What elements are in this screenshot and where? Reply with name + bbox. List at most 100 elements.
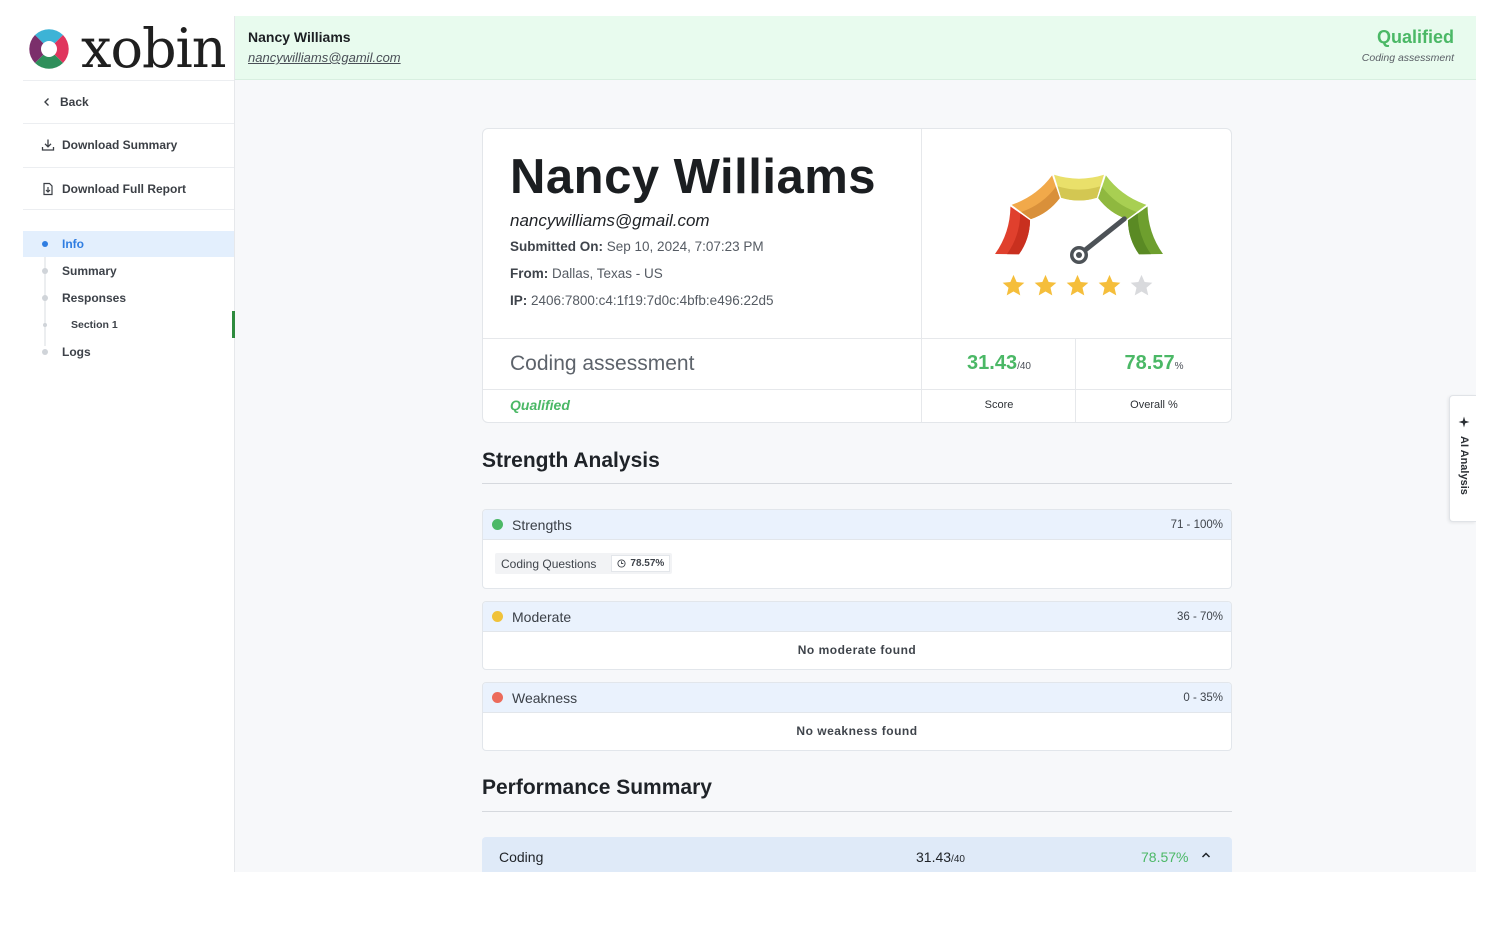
overall-unit: % [1174, 361, 1184, 372]
topic-chip-value: 78.57% [630, 558, 665, 569]
card-divider [483, 389, 1231, 390]
back-label: Back [60, 95, 89, 109]
star-empty-icon [1130, 274, 1153, 296]
strength-analysis-title: Strength Analysis [482, 449, 660, 472]
ai-analysis-tab[interactable]: AI Analysis [1449, 395, 1476, 522]
sad-face-icon [492, 692, 503, 703]
star-filled-icon [1034, 274, 1057, 296]
download-summary-button[interactable]: Download Summary [23, 123, 234, 166]
overall-label: Overall % [1130, 399, 1178, 411]
strengths-label: Strengths [512, 516, 572, 533]
happy-face-icon [492, 519, 503, 530]
nav-dot [43, 323, 47, 327]
strengths-group: Strengths 71 - 100% Coding Questions 78.… [482, 509, 1232, 589]
assessment-title: Coding assessment [510, 352, 695, 375]
performance-score-value: 31.43 [916, 849, 952, 865]
header-candidate-email[interactable]: nancywilliams@gamil.com [248, 50, 401, 65]
nav-item-section-1[interactable]: Section 1 [23, 312, 234, 338]
overall-value: 78.57 [1124, 352, 1175, 374]
ip-value: 2406:7800:c4:1f19:7d0c:4bfb:e496:22d5 [531, 293, 774, 308]
download-report-button[interactable]: Download Full Report [23, 167, 234, 210]
card-divider [483, 338, 1231, 339]
nav-item-info[interactable]: Info [23, 231, 234, 257]
from-row: From: Dallas, Texas - US [510, 266, 663, 281]
section-nav: Info Summary Responses Section 1 Logs [23, 231, 234, 365]
section-divider [482, 483, 1232, 484]
chevron-left-icon [44, 98, 49, 106]
header-status: Qualified [1376, 27, 1454, 47]
ip-row: IP: 2406:7800:c4:1f19:7d0c:4bfb:e496:22d… [510, 293, 774, 308]
star-filled-icon [1002, 274, 1025, 296]
logo: xobin [27, 17, 227, 80]
star-filled-icon [1066, 274, 1089, 296]
score-max: /40 [1017, 361, 1031, 372]
score-metric: 31.43/40 [922, 352, 1076, 375]
nav-item-label: Section 1 [71, 319, 118, 331]
candidate-email: nancywilliams@gmail.com [510, 211, 710, 230]
ai-analysis-label: AI Analysis [1458, 436, 1470, 495]
strengths-range: 71 - 100% [1170, 518, 1223, 531]
overall-label-cell: Overall % [1077, 399, 1231, 411]
from-label: From: [510, 266, 549, 281]
score-gauge [995, 174, 1163, 264]
nav-dot [42, 349, 48, 355]
nav-item-label: Logs [62, 345, 91, 359]
neutral-face-icon [492, 611, 503, 622]
logo-text: xobin [81, 17, 227, 80]
topic-chip: Coding Questions 78.57% [495, 553, 673, 574]
weakness-label: Weakness [512, 689, 578, 706]
candidate-name: Nancy Williams [510, 150, 877, 204]
score-value: 31.43 [967, 352, 1018, 374]
nav-dot [42, 241, 48, 247]
weakness-header[interactable]: Weakness 0 - 35% [483, 683, 1231, 713]
section-divider [482, 811, 1232, 812]
nav-dot [42, 295, 48, 301]
rating-stars [1001, 273, 1154, 298]
header-candidate-name: Nancy Williams [248, 29, 351, 45]
header-status-sub: Coding assessment [1361, 52, 1454, 64]
nav-item-summary[interactable]: Summary [23, 258, 234, 284]
nav-item-label: Summary [62, 264, 117, 278]
chevron-up-icon[interactable] [1200, 849, 1212, 861]
sparkle-icon [1458, 416, 1470, 428]
from-value: Dallas, Texas - US [552, 266, 663, 281]
download-summary-label: Download Summary [62, 138, 178, 152]
submitted-on-row: Submitted On: Sep 10, 2024, 7:07:23 PM [510, 239, 764, 254]
nav-dot [42, 268, 48, 274]
nav-item-responses[interactable]: Responses [23, 285, 234, 311]
download-report-label: Download Full Report [62, 181, 186, 196]
performance-score-max: /40 [951, 854, 965, 865]
score-label: Score [984, 399, 1014, 411]
submitted-value: Sep 10, 2024, 7:07:23 PM [606, 239, 764, 254]
candidate-header: Nancy Williams nancywilliams@gamil.com Q… [235, 16, 1476, 80]
score-label-cell: Score [922, 399, 1076, 411]
performance-row-pct: 78.57% [1141, 849, 1189, 865]
moderate-range: 36 - 70% [1176, 610, 1223, 623]
weakness-range: 0 - 35% [1183, 691, 1223, 704]
card-divider-vertical [921, 129, 922, 422]
strengths-header[interactable]: Strengths 71 - 100% [483, 510, 1231, 540]
logo-icon [29, 29, 69, 69]
nav-item-label: Info [62, 237, 84, 251]
file-download-icon [43, 182, 53, 195]
clock-icon [617, 559, 626, 568]
moderate-empty-text: No moderate found [797, 643, 917, 657]
submitted-label: Submitted On: [510, 239, 603, 254]
ip-label: IP: [510, 293, 528, 308]
sidebar: xobin Back Download Summary Download Ful… [23, 16, 235, 872]
download-icon [41, 139, 55, 151]
nav-item-logs[interactable]: Logs [23, 339, 234, 365]
performance-row-label: Coding [499, 849, 544, 865]
nav-item-label: Responses [62, 291, 127, 305]
app-root: xobin Back Download Summary Download Ful… [23, 16, 1476, 872]
moderate-header[interactable]: Moderate 36 - 70% [483, 602, 1231, 632]
overall-metric: 78.57% [1077, 352, 1231, 375]
weakness-group: Weakness 0 - 35% No weakness found [482, 682, 1232, 751]
moderate-label: Moderate [512, 608, 572, 625]
candidate-card: Nancy Williams nancywilliams@gmail.com S… [482, 128, 1232, 423]
back-button[interactable]: Back [23, 80, 234, 123]
topic-chip-score: 78.57% [611, 555, 671, 572]
scroll-position-marker [232, 311, 235, 338]
performance-row-score: 31.43/40 [916, 849, 965, 865]
performance-row-coding[interactable]: Coding 31.43/40 78.57% [482, 837, 1232, 872]
